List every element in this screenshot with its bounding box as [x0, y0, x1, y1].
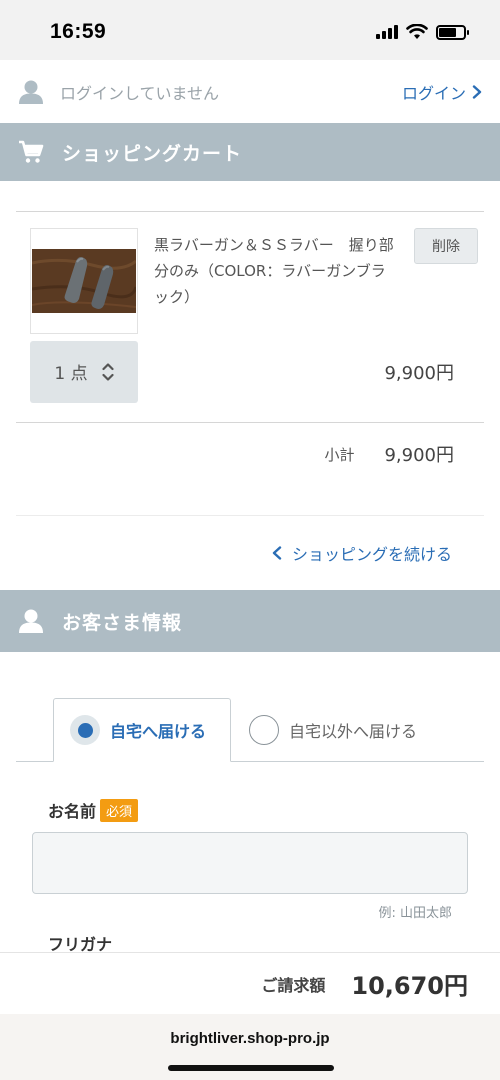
product-image — [32, 249, 136, 313]
name-label-row: お名前 必須 — [32, 798, 468, 822]
radio-selected[interactable] — [70, 715, 100, 745]
status-time: 16:59 — [50, 20, 107, 43]
login-status-group: ログインしていません — [18, 79, 219, 105]
home-indicator[interactable] — [168, 1065, 334, 1071]
wifi-icon — [406, 24, 428, 39]
login-link-label: ログイン — [401, 83, 466, 103]
battery-icon — [436, 24, 469, 40]
browser-url-bar: brightliver.shop-pro.jp — [0, 1014, 500, 1080]
tab-deliver-home[interactable]: 自宅へ届ける — [53, 698, 231, 762]
chevron-left-icon — [272, 546, 282, 560]
total-bar: ご請求額 10,670円 — [0, 952, 500, 1014]
name-example: 例: 山田太郎 — [378, 906, 452, 921]
total-value: 10,670円 — [351, 972, 468, 1000]
delivery-tabs: 自宅へ届ける 自宅以外へ届ける — [16, 698, 484, 762]
name-input[interactable] — [32, 832, 468, 894]
cart-section-title: ショッピングカート — [62, 142, 243, 165]
total-label: ご請求額 — [261, 975, 326, 995]
quantity-row: 1 点 9,900円 — [16, 332, 484, 407]
item-price: 9,900円 — [384, 362, 454, 384]
url-text[interactable]: brightliver.shop-pro.jp — [0, 1014, 500, 1047]
continue-shopping-link[interactable]: ショッピングを続ける — [16, 516, 484, 590]
customer-form: 自宅へ届ける 自宅以外へ届ける お名前 必須 例: 山田太郎 フリガナ — [0, 652, 500, 955]
subtotal-label: 小計 — [324, 445, 355, 464]
login-status-text: ログインしていません — [60, 83, 220, 103]
login-link[interactable]: ログイン — [402, 80, 482, 104]
required-badge: 必須 — [100, 798, 139, 822]
cart-item: 黒ラバーガン＆ＳＳラバー 握り部分のみ（COLOR：ラバーガンブラック） 削除 — [16, 212, 484, 334]
subtotal-value: 9,900円 — [384, 445, 454, 466]
cart-icon — [19, 140, 44, 163]
delete-button[interactable]: 削除 — [414, 228, 478, 264]
user-icon — [19, 80, 43, 104]
login-bar: ログインしていません ログイン — [0, 60, 500, 123]
continue-shopping-label: ショッピングを続ける — [291, 545, 452, 564]
up-down-chevron-icon — [102, 362, 114, 381]
product-name[interactable]: 黒ラバーガン＆ＳＳラバー 握り部分のみ（COLOR：ラバーガンブラック） — [154, 228, 394, 332]
quantity-select[interactable]: 1 点 — [30, 340, 138, 403]
status-bar: 16:59 — [0, 0, 500, 60]
subtotal-row: 小計 9,900円 — [16, 423, 484, 485]
tab-deliver-other[interactable]: 自宅以外へ届ける — [247, 698, 417, 762]
customer-section-header: お客さま情報 — [0, 590, 500, 652]
status-icons — [376, 24, 469, 40]
product-thumbnail[interactable] — [30, 228, 138, 334]
tab-deliver-home-label: 自宅へ届ける — [110, 722, 207, 741]
chevron-right-icon — [472, 84, 482, 99]
user-icon — [19, 609, 43, 633]
radio-unselected[interactable] — [249, 715, 279, 745]
cart: 黒ラバーガン＆ＳＳラバー 握り部分のみ（COLOR：ラバーガンブラック） 削除 … — [0, 181, 500, 590]
name-fields: お名前 必須 例: 山田太郎 フリガナ — [0, 762, 500, 955]
tab-deliver-other-label: 自宅以外へ届ける — [289, 722, 418, 741]
cellular-signal-icon — [376, 25, 398, 39]
name-label: お名前 — [48, 802, 97, 821]
customer-section-title: お客さま情報 — [62, 611, 183, 634]
quantity-value: 1 点 — [54, 364, 88, 384]
cart-section-header: ショッピングカート — [0, 123, 500, 181]
